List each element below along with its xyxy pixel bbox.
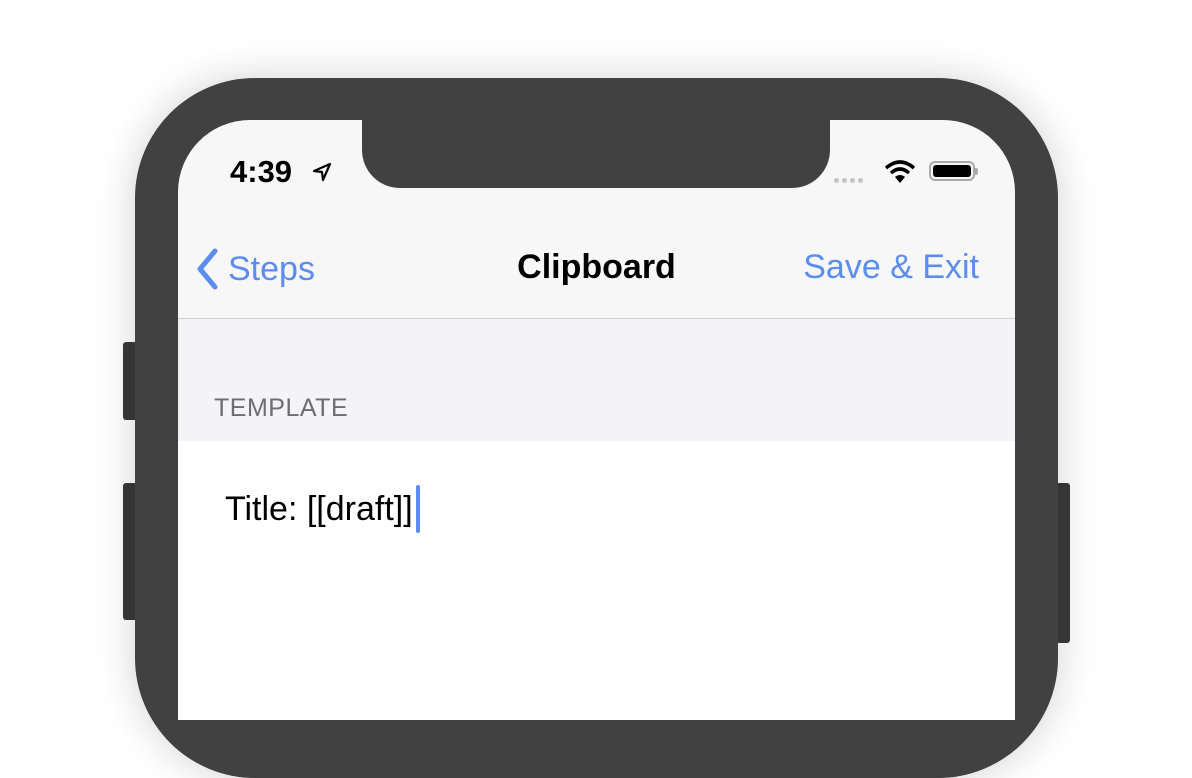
section-header: TEMPLATE <box>178 319 1015 441</box>
wifi-icon <box>884 160 916 183</box>
template-text[interactable]: Title: [[draft]] <box>225 490 413 529</box>
notch <box>362 120 830 188</box>
template-editor[interactable]: Title: [[draft]] <box>178 441 1015 720</box>
signal-dots-icon <box>834 178 863 183</box>
save-exit-button[interactable]: Save & Exit <box>803 248 979 287</box>
side-button-power <box>1056 483 1070 643</box>
status-time: 4:39 <box>230 154 293 189</box>
text-cursor <box>415 485 420 533</box>
phone-screen: 4:39 Steps Clipboard Save & Exit TEMPLAT… <box>178 120 1015 720</box>
battery-icon <box>929 161 978 181</box>
location-arrow-icon <box>312 162 332 182</box>
section-label: TEMPLATE <box>214 394 349 422</box>
navigation-bar: Steps Clipboard Save & Exit <box>178 218 1015 319</box>
